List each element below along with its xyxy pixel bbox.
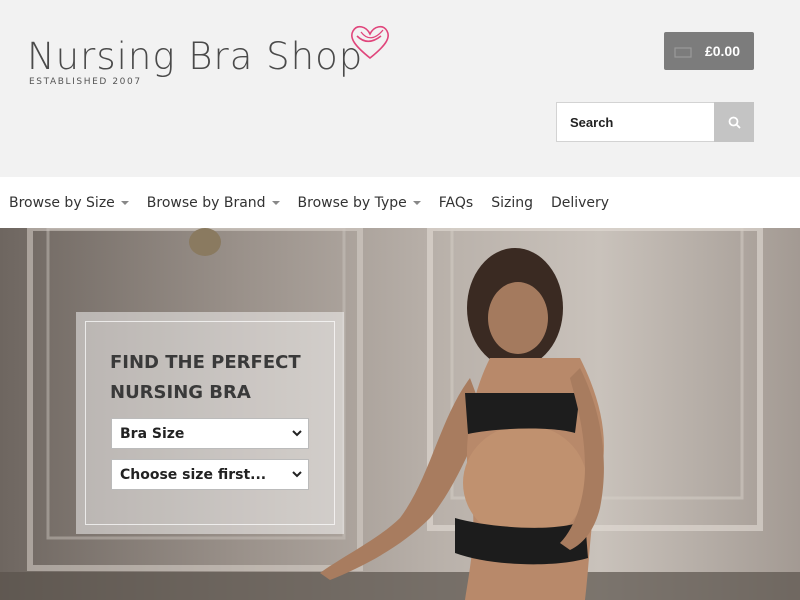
site-logo[interactable]: Nursing Bra Shop ESTABLISHED 2007 <box>27 24 397 94</box>
logo-tagline: ESTABLISHED 2007 <box>29 77 142 87</box>
nav-browse-by-size[interactable]: Browse by Size <box>9 195 129 211</box>
caret-down-icon <box>412 200 421 205</box>
cup-size-selected: Choose size first... <box>120 466 267 483</box>
nav-delivery[interactable]: Delivery <box>551 195 609 211</box>
nav-browse-by-type[interactable]: Browse by Type <box>298 195 421 211</box>
nav-browse-by-brand[interactable]: Browse by Brand <box>147 195 280 211</box>
bra-finder-panel: FIND THE PERFECT NURSING BRA Bra Size Ch… <box>76 312 344 534</box>
chevron-down-icon <box>292 430 302 437</box>
basket-icon <box>674 47 692 58</box>
chevron-down-icon <box>292 471 302 478</box>
main-nav: Browse by Size Browse by Brand Browse by… <box>0 177 800 228</box>
caret-down-icon <box>120 200 129 205</box>
nav-label: Delivery <box>550 194 610 211</box>
nav-label: Sizing <box>491 194 533 211</box>
site-header: Nursing Bra Shop ESTABLISHED 2007 £0.00 <box>0 0 800 177</box>
nav-sizing[interactable]: Sizing <box>491 195 533 211</box>
nav-label: FAQs <box>438 194 474 211</box>
nav-label: Browse by Type <box>297 194 407 211</box>
bra-size-selected: Bra Size <box>120 425 185 442</box>
hero-banner: FIND THE PERFECT NURSING BRA Bra Size Ch… <box>0 228 800 600</box>
caret-down-icon <box>271 200 280 205</box>
search-button[interactable] <box>714 102 754 142</box>
nav-label: Browse by Brand <box>146 194 266 211</box>
search-input[interactable] <box>556 102 714 142</box>
bra-size-select[interactable]: Bra Size <box>111 418 309 449</box>
logo-text: Nursing Bra Shop <box>27 35 364 78</box>
nav-label: Browse by Size <box>9 194 115 211</box>
finder-title: FIND THE PERFECT NURSING BRA <box>110 352 301 403</box>
nav-faqs[interactable]: FAQs <box>439 195 473 211</box>
cup-size-select[interactable]: Choose size first... <box>111 459 309 490</box>
search-icon <box>728 116 741 129</box>
heart-logo-icon <box>351 25 389 60</box>
cart-button[interactable]: £0.00 <box>664 32 754 70</box>
cart-total: £0.00 <box>704 43 740 59</box>
